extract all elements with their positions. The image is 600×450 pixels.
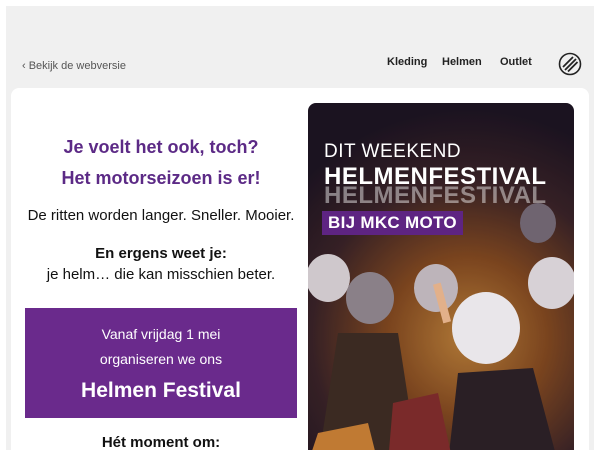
intro-column: Je voelt het ook, toch? Het motorseizoen… [25,132,297,450]
headline-line-1: Je voelt het ook, toch? [63,137,259,157]
promo-badge: BIJ MKC MOTO [322,211,463,235]
email-content-card: Je voelt het ook, toch? Het motorseizoen… [11,88,589,450]
promo-title-echo: HELMENFESTIVAL [324,182,547,209]
headline: Je voelt het ook, toch? Het motorseizoen… [25,132,297,194]
headline-line-2: Het motorseizoen is er! [61,168,261,188]
intro-strong-text: En ergens weet je: [95,245,227,262]
callout-title: Helmen Festival [81,379,241,402]
promo-banner[interactable]: DIT WEEKEND HELMENFESTIVAL HELMENFESTIVA… [308,103,574,450]
nav-item-outlet[interactable]: Outlet [500,56,532,68]
nav-item-kleding[interactable]: Kleding [387,56,427,68]
intro-text: De ritten worden langer. Sneller. Mooier… [27,207,295,224]
email-header: ‹ Bekijk de webversie Kleding Helmen Out… [6,6,594,88]
callout-line-1: Vanaf vrijdag 1 mei [101,326,221,342]
view-web-version-link[interactable]: ‹ Bekijk de webversie [22,60,126,72]
moment-heading: Hét moment om: [101,434,221,450]
nav-item-helmen[interactable]: Helmen [442,56,482,68]
intro-text-2: je helm… die kan misschien beter. [46,266,276,283]
promo-subtitle: DIT WEEKEND [324,141,462,162]
festival-callout: Vanaf vrijdag 1 mei organiseren we ons H… [25,308,297,418]
brand-logo-icon[interactable] [558,52,582,76]
callout-line-2: organiseren we ons [99,351,223,367]
email-viewport: ‹ Bekijk de webversie Kleding Helmen Out… [6,6,594,450]
